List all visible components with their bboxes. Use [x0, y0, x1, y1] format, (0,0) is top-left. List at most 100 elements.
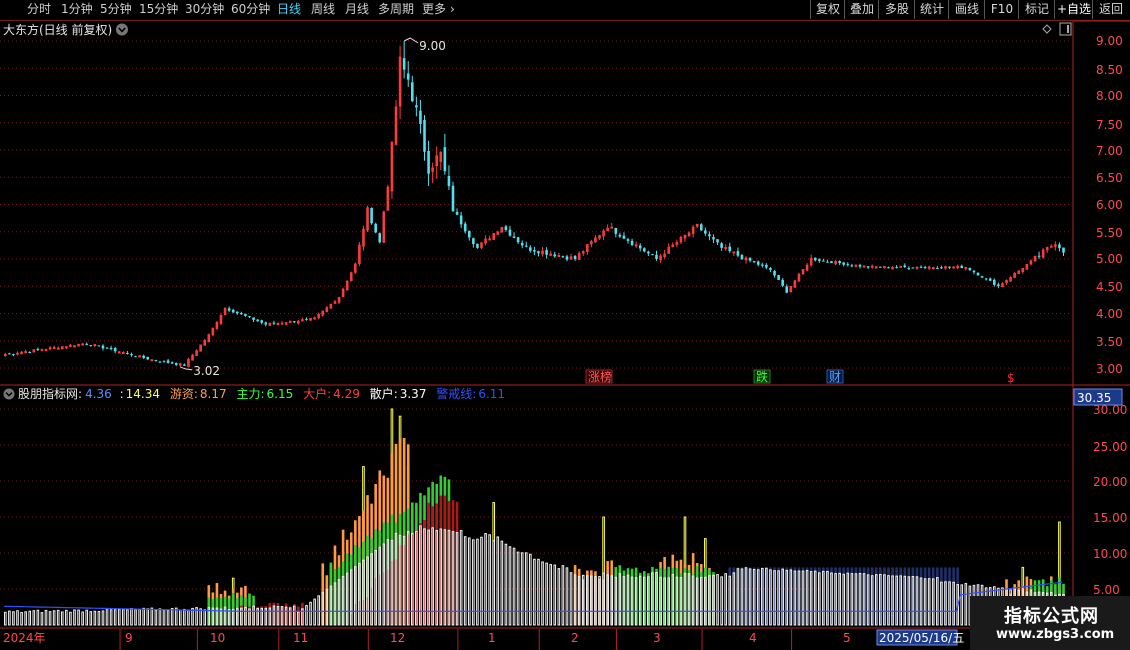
legend-name-youzi: 游资: [170, 387, 194, 401]
candle-body: [235, 311, 239, 314]
date-label: 9: [125, 631, 133, 645]
stock-chart[interactable]: 大东方(日线 前复权) 9.00 3.02 涨榜 跌 财 $ 9.00 8.50…: [0, 0, 1130, 650]
indicator-bar-sanhu: [48, 611, 52, 626]
candle-body: [313, 317, 316, 320]
candle-body: [512, 236, 516, 238]
main-panel-title: 大东方(日线 前复权): [3, 22, 112, 37]
indicator-bar-sanhu: [28, 610, 32, 626]
event-marker-zhangbang[interactable]: 涨榜: [585, 369, 613, 384]
candle-body: [936, 268, 939, 270]
candle-body: [264, 322, 268, 325]
indicator-bar-sanhu: [65, 609, 68, 626]
candle-body: [81, 343, 84, 346]
candle-body: [883, 265, 886, 268]
indicator-bar-sanhu: [557, 568, 561, 626]
date-label: 11: [293, 631, 308, 645]
candle-body: [533, 250, 536, 252]
legend-name-sanhu: 散户: [370, 386, 394, 401]
date-label: 5: [843, 631, 851, 645]
candle-body: [423, 119, 426, 152]
legend-value-jingjie: 6.11: [478, 387, 505, 401]
candle-body: [879, 266, 882, 268]
indicator-bar-sanhu: [170, 608, 174, 626]
indicator-bar-sanhu: [533, 558, 536, 626]
indicator-dropdown-icon[interactable]: [3, 388, 15, 400]
candle-body: [940, 267, 943, 269]
candle-body: [89, 345, 93, 347]
candle-body: [504, 226, 508, 230]
event-marker-cai[interactable]: 财: [826, 369, 844, 384]
event-marker-dollar[interactable]: $: [1007, 371, 1015, 385]
candle-body: [520, 242, 524, 246]
date-axis: 2024年 9 10 11 12 1 2 3 4 5 2025/05/16/五: [3, 629, 964, 646]
candle-body: [752, 261, 756, 263]
candle-body: [732, 251, 736, 254]
candle-body: [573, 256, 577, 260]
candle-body: [105, 347, 109, 349]
indicator-bar-sanhu: [126, 609, 129, 626]
candle-body: [708, 234, 711, 237]
candle-body: [463, 223, 467, 232]
candle-body: [976, 272, 980, 276]
indicator-tick: 30.00: [1093, 403, 1127, 417]
candle-body: [305, 318, 308, 320]
candle-body: [614, 227, 618, 234]
indicator-bar-sanhu: [964, 583, 968, 626]
indicator-bar-sanhu: [109, 609, 113, 626]
candle-body: [162, 361, 166, 363]
candle-body: [626, 239, 630, 241]
candle-body: [838, 261, 841, 264]
indicator-bar-sanhu: [549, 564, 552, 626]
price-tick: 5.50: [1096, 226, 1123, 240]
candle-body: [427, 150, 430, 174]
candle-body: [895, 266, 898, 268]
indicator-bar-sanhu: [12, 611, 15, 626]
diamond-icon[interactable]: [1042, 24, 1052, 34]
candle-body: [903, 265, 907, 268]
candle-body: [280, 322, 284, 325]
indicator-bar-sanhu: [724, 573, 727, 626]
cursor-date-label: 2025/05/16/五: [879, 631, 964, 645]
candle-body: [411, 82, 414, 102]
candle-body: [1058, 244, 1061, 249]
panel-toggle-icon[interactable]: [1059, 22, 1072, 36]
candle-body: [508, 229, 512, 236]
legend-name-dahu: 大户: [303, 386, 327, 401]
candle-body: [748, 257, 752, 261]
candle-body: [272, 322, 276, 324]
candle-body: [183, 364, 186, 366]
indicator-bar-sanhu: [105, 608, 109, 626]
candle-body: [85, 343, 88, 345]
candle-body: [1037, 255, 1041, 257]
title-dropdown-icon[interactable]: [116, 23, 128, 36]
candle-body: [516, 237, 520, 243]
marker-dollar-text: $: [1007, 371, 1015, 385]
event-marker-die[interactable]: 跌: [753, 369, 771, 384]
candle-body: [476, 243, 479, 248]
candle-body: [370, 207, 373, 224]
candle-body: [524, 245, 528, 247]
candle-body: [866, 266, 870, 268]
indicator-bar-sanhu: [467, 537, 471, 626]
candle-body: [907, 268, 911, 270]
candle-body: [777, 275, 780, 280]
legend-value-2: 14.34: [126, 387, 160, 401]
watermark-url: www.zbgs3.com: [996, 627, 1115, 642]
candle-body: [765, 264, 768, 268]
price-tick: 6.00: [1096, 198, 1123, 212]
date-label: 1: [488, 631, 496, 645]
indicator-bar-sanhu: [162, 609, 166, 626]
price-tick: 4.50: [1096, 280, 1123, 294]
candle-body: [565, 256, 569, 260]
candle-body: [781, 279, 784, 286]
candle-body: [73, 345, 76, 348]
indicator-bar-sanhu: [154, 609, 158, 626]
candle-body: [537, 251, 540, 254]
indicator-bar-sanhu: [512, 547, 516, 626]
indicator-bar-sanhu: [179, 609, 182, 626]
candle-body: [756, 261, 760, 265]
candle-body: [960, 265, 964, 269]
price-tick: 9.00: [1096, 34, 1123, 48]
candle-body: [109, 347, 113, 349]
candle-body: [830, 261, 833, 263]
